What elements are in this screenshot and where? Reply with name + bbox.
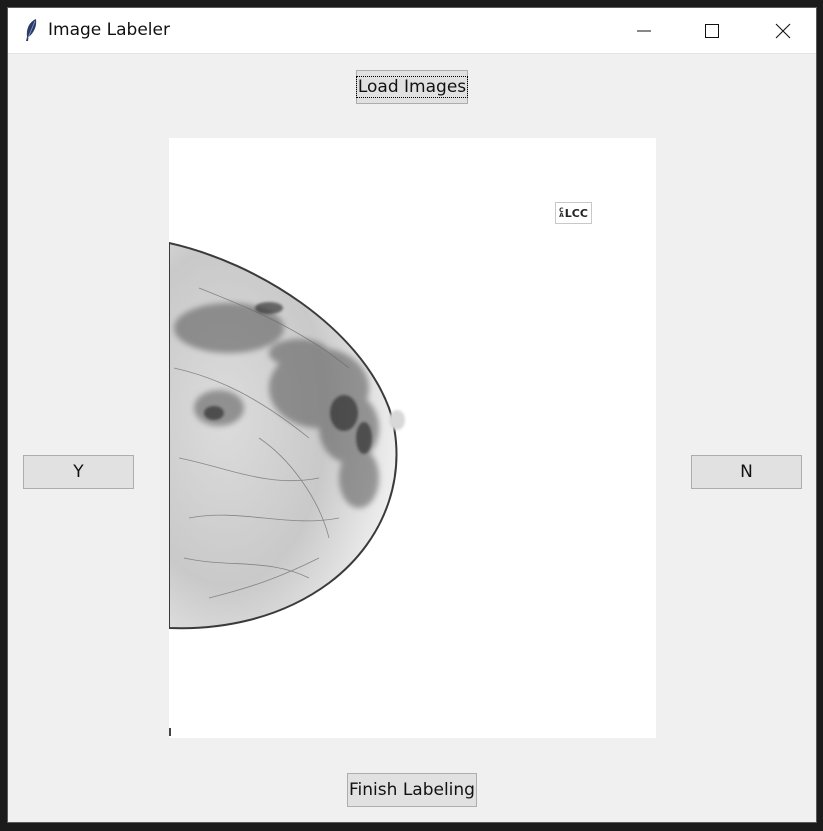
app-window: Image Labeler Load Images Y N C A LCC Fi… (7, 7, 817, 823)
feather-icon (26, 19, 37, 41)
yes-label: Y (73, 462, 84, 482)
minimize-icon (637, 30, 651, 31)
view-label-prefix-bottom: A (559, 212, 564, 219)
maximize-icon (705, 23, 719, 38)
window-title: Image Labeler (48, 20, 170, 40)
close-icon (775, 23, 791, 38)
title-bar[interactable]: Image Labeler (8, 8, 816, 54)
view-label-text: LCC (564, 206, 588, 220)
yes-button[interactable]: Y (23, 455, 134, 489)
maximize-button[interactable] (679, 8, 745, 53)
view-label-tag: C A LCC (555, 202, 592, 224)
load-images-label: Load Images (355, 76, 469, 98)
minimize-button[interactable] (611, 8, 677, 53)
finish-labeling-label: Finish Labeling (349, 780, 475, 800)
close-button[interactable] (750, 8, 816, 53)
image-display: C A LCC (169, 138, 656, 738)
mammogram-image (169, 241, 405, 736)
no-button[interactable]: N (691, 455, 802, 489)
load-images-button[interactable]: Load Images (355, 70, 469, 104)
no-label: N (740, 462, 753, 482)
finish-labeling-button[interactable]: Finish Labeling (347, 773, 477, 807)
